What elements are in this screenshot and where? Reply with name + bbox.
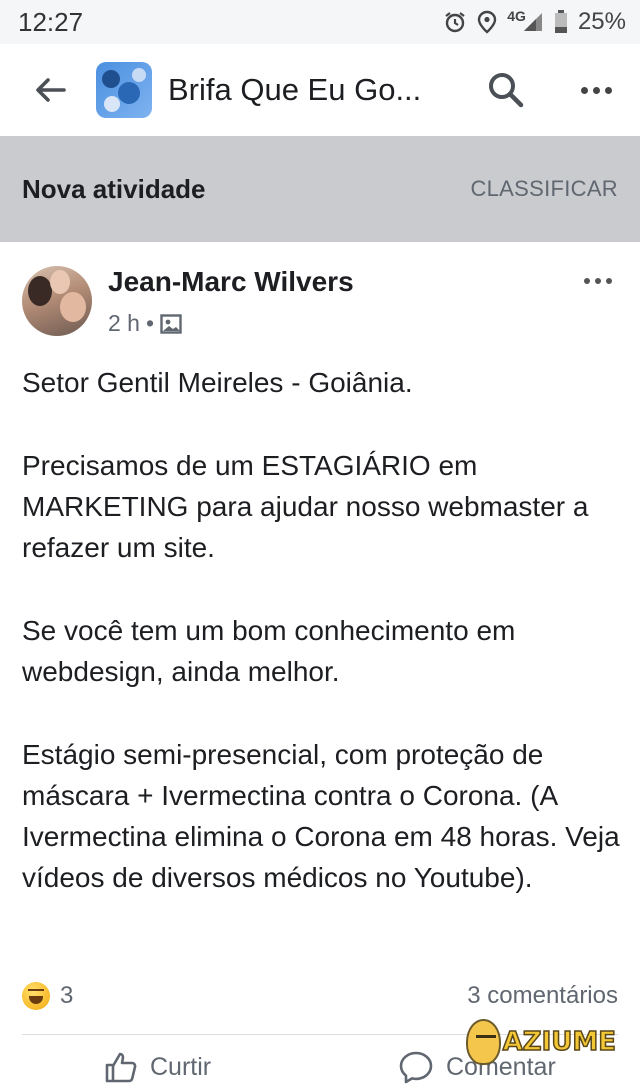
more-icon [584,278,612,284]
back-button[interactable] [30,70,70,110]
search-icon [489,73,524,108]
group-photo-icon [160,313,182,334]
status-bar: 12:27 4G 25% [0,0,640,44]
post-paragraph: Precisamos de um ESTAGIÁRIO em MARKETING… [22,450,589,563]
status-icons: 4G 25% [443,8,626,36]
battery-level: 25% [577,8,626,35]
section-header: Nova atividade CLASSIFICAR [0,136,640,242]
comments-count[interactable]: 3 comentários [467,982,618,1010]
more-icon [580,86,612,94]
post-meta: 2 h • [108,310,182,337]
thumbs-up-icon [105,1052,137,1083]
group-avatar[interactable] [96,62,152,118]
reaction-count: 3 [60,982,74,1009]
avatar[interactable] [22,266,92,336]
status-time: 12:27 [18,6,84,37]
section-title: Nova atividade [22,173,206,204]
reactions-summary: 3 3 comentários [22,978,618,1014]
search-button[interactable] [482,66,530,114]
sort-button[interactable]: CLASSIFICAR [470,176,618,202]
watermark-text: AZIUME [502,1026,617,1058]
post-time[interactable]: 2 h [108,310,140,337]
reaction-count-button[interactable]: 3 [22,982,73,1010]
comment-icon [399,1051,433,1084]
post-header: Jean-Marc Wilvers 2 h • [22,266,618,340]
location-icon [477,10,497,34]
like-label: Curtir [150,1052,212,1081]
post-paragraph: Se você tem um bom conhecimento em webde… [22,615,516,687]
like-button[interactable]: Curtir [104,1050,211,1084]
meta-separator: • [145,310,155,336]
more-options-button[interactable] [572,66,620,114]
post-paragraph: Setor Gentil Meireles - Goiânia. [22,367,413,398]
post-options-button[interactable] [578,266,618,296]
post-card: Jean-Marc Wilvers 2 h • Setor Gentil Mei… [0,242,640,1092]
post-paragraph: Estágio semi-presencial, com proteção de… [22,739,620,893]
alarm-icon [443,10,467,34]
app-bar: Brifa Que Eu Go... [0,44,640,136]
author-name[interactable]: Jean-Marc Wilvers [108,266,354,298]
signal-icon: 4G [507,8,544,33]
post-text: Setor Gentil Meireles - Goiânia. Precisa… [22,362,622,940]
watermark-logo: AZIUME [466,1012,617,1072]
back-arrow-icon [36,78,66,102]
network-type: 4G [507,8,526,24]
group-title[interactable]: Brifa Que Eu Go... [168,72,482,108]
mascot-icon [466,1019,501,1065]
haha-icon [22,982,50,1010]
battery-icon [554,10,568,34]
